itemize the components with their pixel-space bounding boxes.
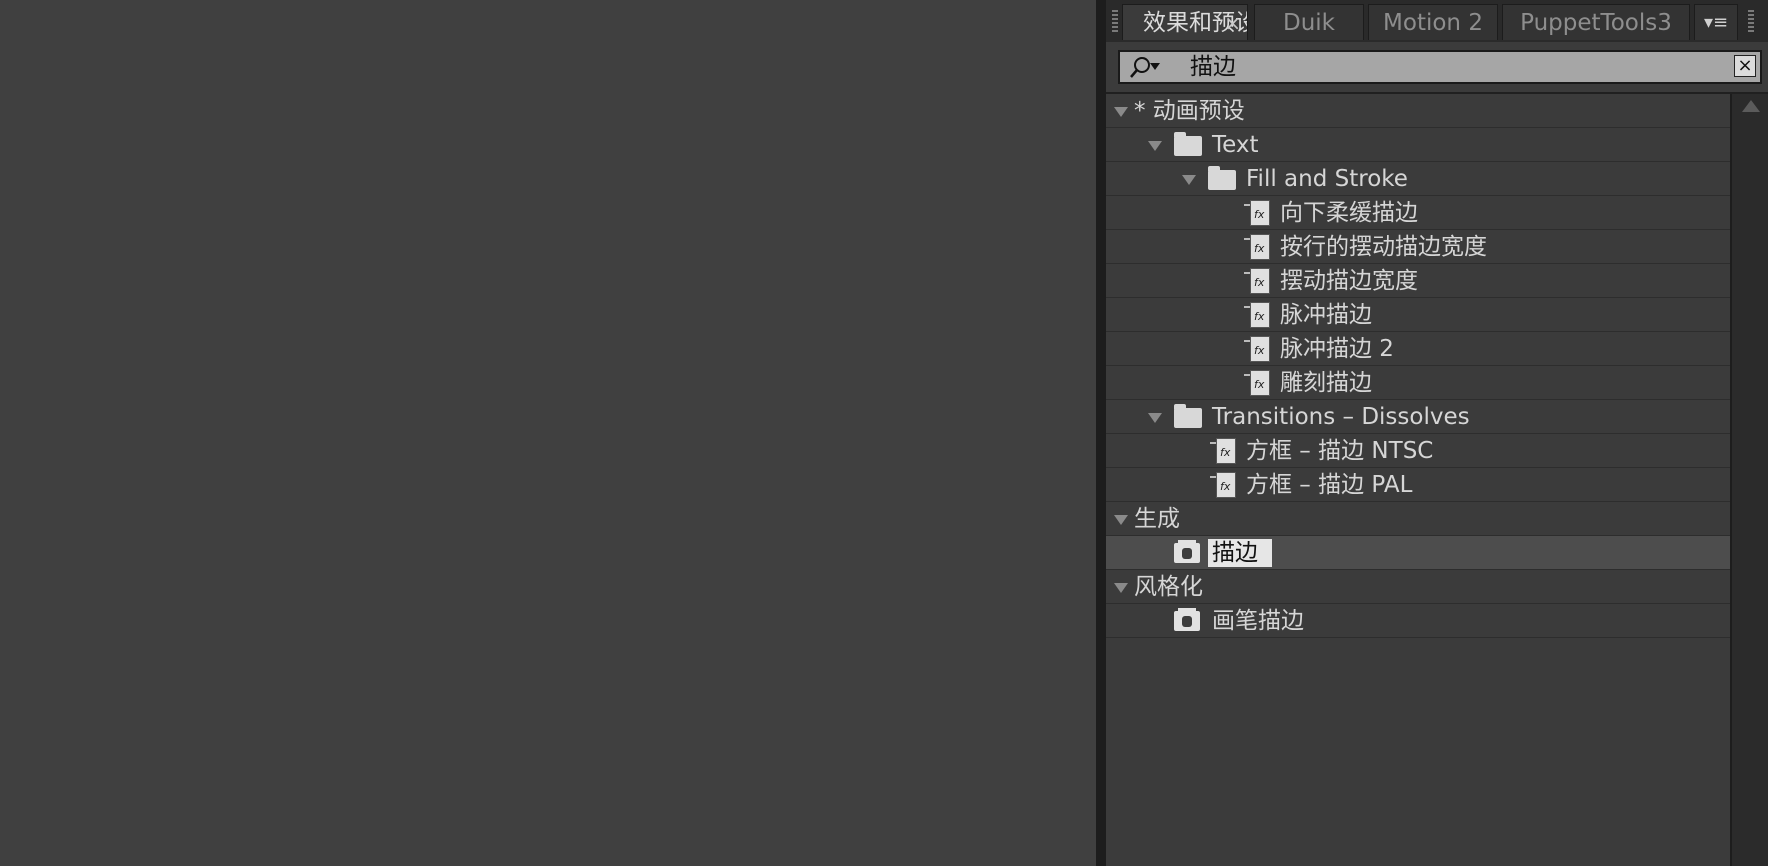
tree-row-transitions-folder[interactable]: Transitions – Dissolves bbox=[1106, 400, 1730, 434]
expand-arrow-icon[interactable] bbox=[1148, 413, 1162, 423]
expand-arrow-icon[interactable] bbox=[1182, 175, 1196, 185]
category-label: 风格化 bbox=[1134, 574, 1203, 600]
preset-fx-icon bbox=[1244, 336, 1270, 362]
panel-tab-bar: 效果和预设 × Duik Motion 2 PuppetTools3 ▾≡ bbox=[1106, 0, 1768, 42]
folder-icon bbox=[1208, 166, 1236, 190]
expand-arrow-icon[interactable] bbox=[1148, 141, 1162, 151]
preset-fx-icon bbox=[1244, 200, 1270, 226]
tree-row-effect[interactable]: 画笔描边 bbox=[1106, 604, 1730, 638]
effects-presets-panel: 效果和预设 × Duik Motion 2 PuppetTools3 ▾≡ 描边… bbox=[1106, 0, 1768, 866]
tree-row-fill-stroke-folder[interactable]: Fill and Stroke bbox=[1106, 162, 1730, 196]
preset-label: 摆动描边宽度 bbox=[1280, 268, 1418, 294]
composition-workspace bbox=[0, 0, 1096, 866]
tree-row-preset[interactable]: 方框 – 描边 NTSC bbox=[1106, 434, 1730, 468]
preset-fx-icon bbox=[1244, 268, 1270, 294]
tree-row-preset[interactable]: 脉冲描边 2 bbox=[1106, 332, 1730, 366]
panel-menu-button[interactable]: ▾≡ bbox=[1694, 4, 1738, 40]
tree-row-text-folder[interactable]: Text bbox=[1106, 128, 1730, 162]
search-icon[interactable] bbox=[1128, 54, 1162, 82]
expand-arrow-icon[interactable] bbox=[1114, 515, 1128, 525]
panel-grip-icon[interactable] bbox=[1748, 10, 1754, 32]
clear-search-button[interactable]: × bbox=[1734, 55, 1756, 77]
tree-row-preset[interactable]: 向下柔缓描边 bbox=[1106, 196, 1730, 230]
preset-label: 按行的摆动描边宽度 bbox=[1280, 234, 1487, 260]
folder-label: Fill and Stroke bbox=[1246, 166, 1408, 192]
expand-arrow-icon[interactable] bbox=[1114, 107, 1128, 117]
search-row: 描边 × bbox=[1106, 42, 1768, 94]
tree-row-preset[interactable]: 摆动描边宽度 bbox=[1106, 264, 1730, 298]
tab-close-icon[interactable]: × bbox=[1224, 5, 1241, 40]
preset-fx-icon bbox=[1244, 234, 1270, 260]
category-label: * 动画预设 bbox=[1134, 98, 1245, 124]
expand-arrow-icon[interactable] bbox=[1114, 583, 1128, 593]
search-input[interactable]: 描边 × bbox=[1118, 50, 1762, 84]
tab-motion-2[interactable]: Motion 2 bbox=[1368, 4, 1498, 40]
scroll-up-arrow-icon[interactable] bbox=[1742, 100, 1760, 112]
tab-grip-icon[interactable] bbox=[1112, 10, 1118, 32]
preset-fx-icon bbox=[1244, 370, 1270, 396]
tree-row-preset[interactable]: 雕刻描边 bbox=[1106, 366, 1730, 400]
search-value: 描边 bbox=[1190, 54, 1236, 80]
folder-label: Text bbox=[1212, 132, 1259, 158]
tree-row-generate-category[interactable]: 生成 bbox=[1106, 502, 1730, 536]
tree-row-stylize-category[interactable]: 风格化 bbox=[1106, 570, 1730, 604]
tab-effects-presets[interactable]: 效果和预设 × bbox=[1122, 4, 1248, 40]
folder-label: Transitions – Dissolves bbox=[1212, 404, 1470, 430]
tree-row-effect-selected[interactable]: 描边 bbox=[1106, 536, 1730, 570]
folder-icon bbox=[1174, 132, 1202, 156]
panel-divider[interactable] bbox=[1096, 0, 1106, 866]
preset-label: 方框 – 描边 NTSC bbox=[1246, 438, 1434, 464]
preset-fx-icon bbox=[1244, 302, 1270, 328]
tree-row-preset[interactable]: 方框 – 描边 PAL bbox=[1106, 468, 1730, 502]
category-label: 生成 bbox=[1134, 506, 1180, 532]
vertical-scrollbar[interactable] bbox=[1730, 94, 1768, 866]
effects-tree: * 动画预设 Text Fill and Stroke 向下柔缓描边 按行的摆动… bbox=[1106, 94, 1730, 866]
preset-label: 脉冲描边 2 bbox=[1280, 336, 1394, 362]
tree-row-preset[interactable]: 脉冲描边 bbox=[1106, 298, 1730, 332]
effect-label: 画笔描边 bbox=[1212, 608, 1304, 634]
tree-row-animation-presets[interactable]: * 动画预设 bbox=[1106, 94, 1730, 128]
effect-plugin-icon bbox=[1174, 540, 1200, 563]
tree-row-preset[interactable]: 按行的摆动描边宽度 bbox=[1106, 230, 1730, 264]
folder-icon bbox=[1174, 404, 1202, 428]
preset-fx-icon bbox=[1210, 438, 1236, 464]
preset-fx-icon bbox=[1210, 472, 1236, 498]
tab-duik[interactable]: Duik bbox=[1254, 4, 1364, 40]
tab-puppettools3[interactable]: PuppetTools3 bbox=[1502, 4, 1690, 40]
preset-label: 雕刻描边 bbox=[1280, 370, 1372, 396]
preset-label: 向下柔缓描边 bbox=[1280, 200, 1418, 226]
preset-label: 方框 – 描边 PAL bbox=[1246, 472, 1413, 498]
effect-plugin-icon bbox=[1174, 608, 1200, 631]
preset-label: 脉冲描边 bbox=[1280, 302, 1372, 328]
effect-label: 描边 bbox=[1208, 539, 1272, 567]
